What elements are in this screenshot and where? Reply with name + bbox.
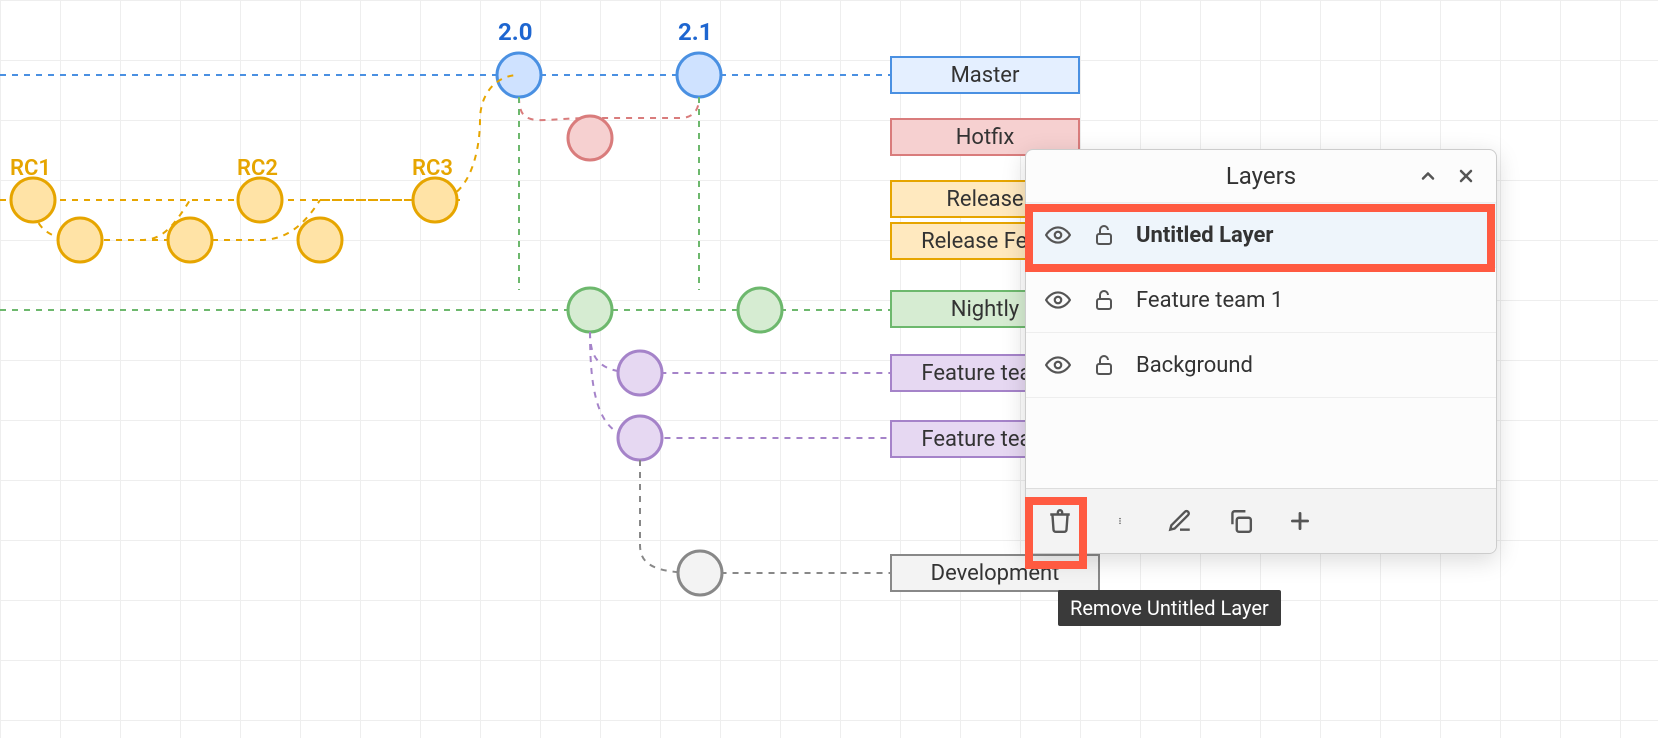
layer-name: Untitled Layer (1136, 223, 1478, 248)
rc-label-1: RC1 (10, 156, 51, 181)
rc-label-3: RC3 (412, 156, 453, 181)
delete-layer-button[interactable] (1044, 505, 1076, 537)
duplicate-layer-button[interactable] (1224, 505, 1256, 537)
version-label-2-1: 2.1 (678, 18, 713, 46)
close-icon[interactable] (1452, 162, 1480, 190)
lock-open-icon[interactable] (1090, 351, 1118, 379)
lane-development[interactable]: Development (890, 554, 1100, 592)
layer-row-untitled[interactable]: Untitled Layer (1026, 203, 1496, 268)
layer-row-feature-team-1[interactable]: Feature team 1 (1026, 268, 1496, 333)
edit-layer-button[interactable] (1164, 505, 1196, 537)
visibility-icon[interactable] (1044, 221, 1072, 249)
collapse-icon[interactable] (1414, 162, 1442, 190)
version-label-2-0: 2.0 (498, 18, 533, 46)
visibility-icon[interactable] (1044, 351, 1072, 379)
layers-panel-header[interactable]: Layers (1026, 150, 1496, 203)
tooltip-remove-layer: Remove Untitled Layer (1058, 590, 1281, 626)
layers-panel[interactable]: Layers Untitled Layer Featur (1025, 149, 1497, 554)
visibility-icon[interactable] (1044, 286, 1072, 314)
layers-panel-title: Layers (1226, 162, 1296, 190)
lock-open-icon[interactable] (1090, 286, 1118, 314)
layers-toolbar (1026, 488, 1496, 553)
lock-open-icon[interactable] (1090, 221, 1118, 249)
layer-name: Feature team 1 (1136, 288, 1478, 313)
rc-label-2: RC2 (237, 156, 278, 181)
layer-row-background[interactable]: Background (1026, 333, 1496, 398)
layer-name: Background (1136, 353, 1478, 378)
more-icon[interactable] (1104, 505, 1136, 537)
add-layer-button[interactable] (1284, 505, 1316, 537)
lane-master[interactable]: Master (890, 56, 1080, 94)
